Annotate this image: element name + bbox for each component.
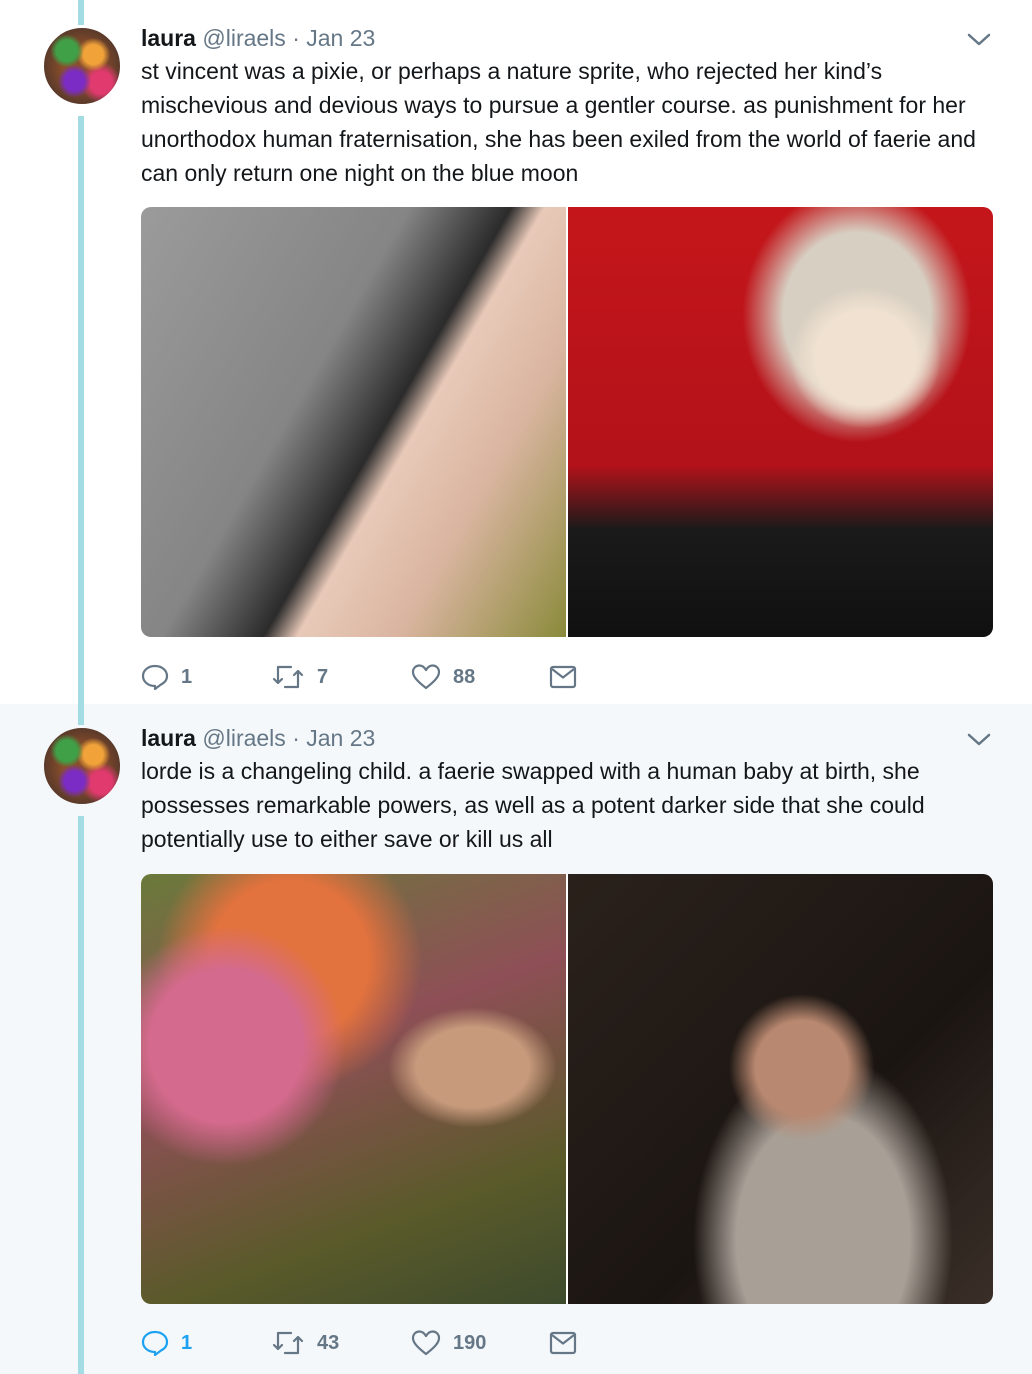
chevron-down-icon[interactable]: [964, 724, 994, 754]
message-icon: [549, 1330, 577, 1356]
tweet-actions: 1 43 190: [141, 1327, 601, 1359]
reply-button[interactable]: 1: [141, 1329, 271, 1357]
author-handle[interactable]: @liraels: [202, 25, 285, 51]
separator-dot: ·: [292, 25, 300, 51]
tweet-header: laura @liraels · Jan 23: [141, 24, 375, 52]
reply-count: 1: [181, 1331, 193, 1354]
like-button[interactable]: 190: [411, 1329, 549, 1357]
like-icon: [411, 663, 441, 691]
tweet-text: st vincent was a pixie, or perhaps a nat…: [141, 58, 976, 186]
tweet[interactable]: laura @liraels · Jan 23 st vincent was a…: [0, 0, 1032, 704]
tweet[interactable]: laura @liraels · Jan 23 lorde is a chang…: [0, 704, 1032, 1374]
author-name[interactable]: laura: [141, 25, 196, 51]
retweet-icon: [271, 1329, 305, 1357]
media-photo[interactable]: [568, 874, 993, 1304]
reply-count: 1: [181, 665, 193, 688]
retweet-icon: [271, 663, 305, 691]
reply-icon: [141, 663, 169, 691]
chevron-down-icon[interactable]: [964, 24, 994, 54]
tweet-text: lorde is a changeling child. a faerie sw…: [141, 758, 925, 852]
message-icon: [549, 664, 577, 690]
retweet-button[interactable]: 7: [271, 663, 411, 691]
thread-line: [78, 116, 84, 704]
timeline: laura @liraels · Jan 23 st vincent was a…: [0, 0, 1032, 1374]
tweet-actions: 1 7 88: [141, 661, 601, 693]
tweet-media[interactable]: [141, 207, 993, 637]
tweet-media[interactable]: [141, 874, 993, 1304]
like-count: 88: [453, 665, 476, 688]
retweet-count: 43: [317, 1331, 340, 1354]
media-photo[interactable]: [141, 874, 566, 1304]
message-button[interactable]: [549, 1330, 577, 1356]
like-count: 190: [453, 1331, 487, 1354]
avatar[interactable]: [41, 725, 123, 807]
tweet-header: laura @liraels · Jan 23: [141, 724, 375, 752]
author-handle[interactable]: @liraels: [202, 725, 285, 751]
thread-line: [78, 0, 84, 26]
like-button[interactable]: 88: [411, 663, 549, 691]
thread-line: [78, 816, 84, 1374]
separator-dot: ·: [292, 725, 300, 751]
reply-icon: [141, 1329, 169, 1357]
media-photo[interactable]: [141, 207, 566, 637]
avatar[interactable]: [41, 25, 123, 107]
media-photo[interactable]: [568, 207, 993, 637]
reply-button[interactable]: 1: [141, 663, 271, 691]
retweet-button[interactable]: 43: [271, 1329, 411, 1357]
message-button[interactable]: [549, 664, 577, 690]
tweet-date[interactable]: Jan 23: [306, 25, 375, 51]
retweet-count: 7: [317, 665, 329, 688]
author-name[interactable]: laura: [141, 725, 196, 751]
tweet-date[interactable]: Jan 23: [306, 725, 375, 751]
like-icon: [411, 1329, 441, 1357]
thread-line: [78, 704, 84, 726]
